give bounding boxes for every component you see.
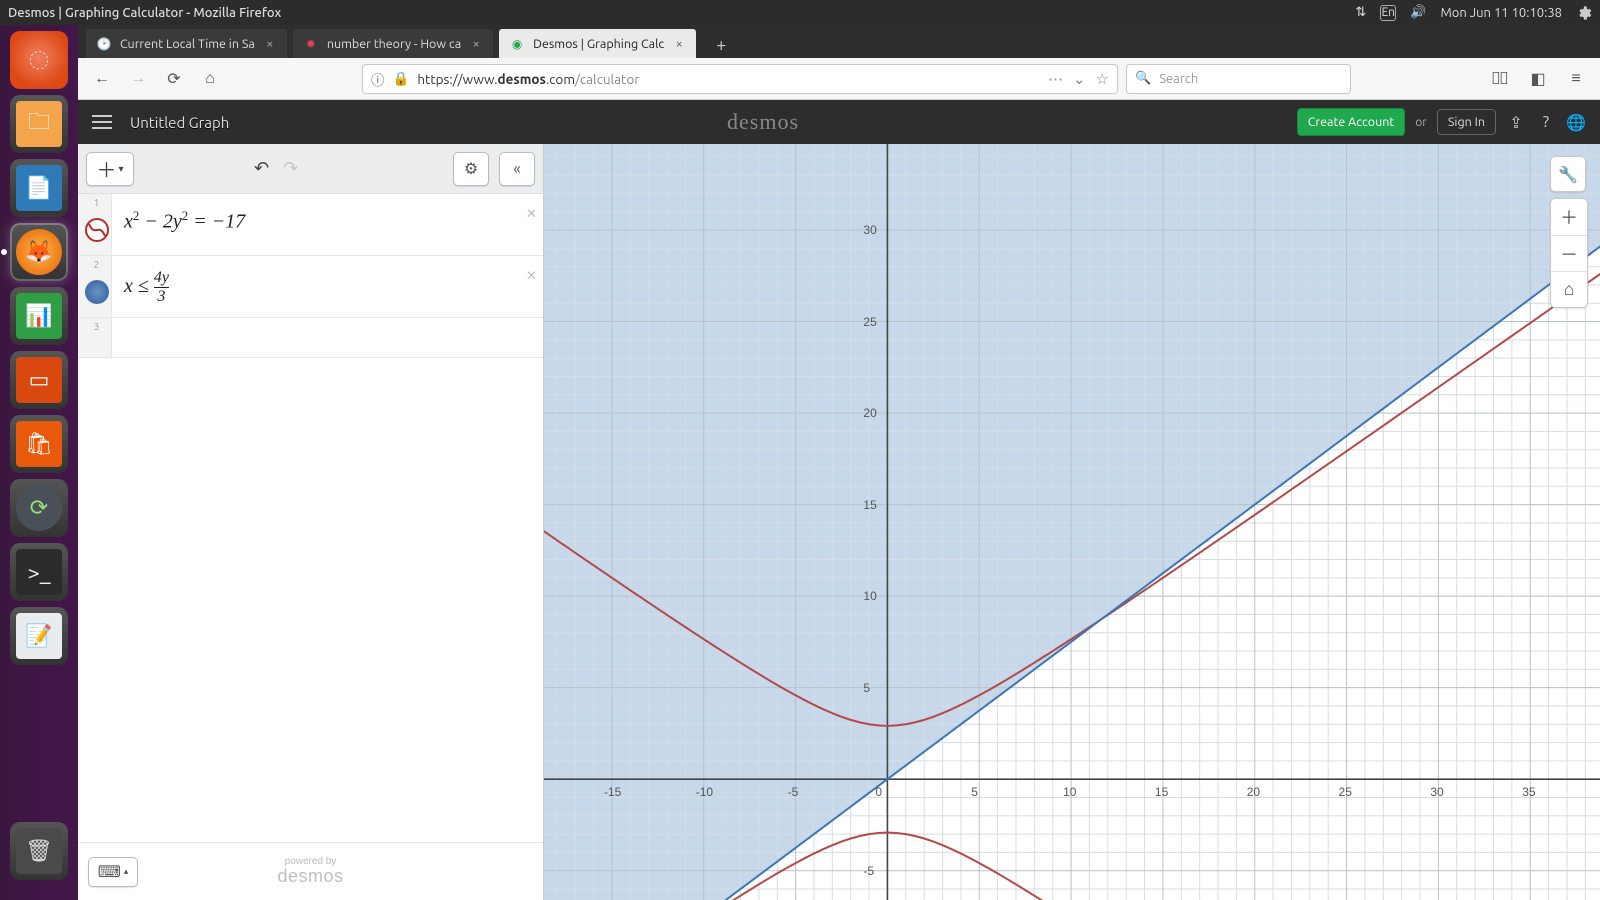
launcher-terminal[interactable]: >_ xyxy=(10,543,68,601)
os-top-panel: Desmos | Graphing Calculator - Mozilla F… xyxy=(0,0,1600,25)
settings-button[interactable]: ⚙ xyxy=(453,152,489,186)
tab-strip: 🕑 Current Local Time in Sa × ✸ number th… xyxy=(78,25,1600,58)
search-bar[interactable]: 🔍 Search xyxy=(1126,64,1351,94)
desmos-header: Untitled Graph desmos Create Account or … xyxy=(78,100,1600,144)
delete-expression-icon[interactable]: × xyxy=(526,262,537,285)
url-bar[interactable]: ⓘ 🔒 https://www.desmos.com/calculator ⋯ … xyxy=(362,64,1118,94)
expression-rows: 1 x2 − 2y2 = −17 × 2 x ≤ 4y3 × xyxy=(78,194,543,842)
tab-close-icon[interactable]: × xyxy=(672,37,686,51)
launcher-software[interactable]: 🛍 xyxy=(10,415,68,473)
help-icon[interactable]: ? xyxy=(1536,112,1556,132)
search-icon: 🔍 xyxy=(1135,71,1151,86)
window-title: Desmos | Graphing Calculator - Mozilla F… xyxy=(8,6,281,20)
menu-icon[interactable]: ≡ xyxy=(1562,65,1590,93)
launcher-dash[interactable]: ◌ xyxy=(10,31,68,89)
desmos-body: ＋▾ ↶ ↷ ⚙ « 1 x2 − 2y2 = −17 xyxy=(78,144,1600,900)
undo-button[interactable]: ↶ xyxy=(254,158,269,179)
zoom-group: ＋ － ⌂ xyxy=(1550,198,1588,308)
row-index: 1 xyxy=(94,197,100,208)
home-button[interactable]: ⌂ xyxy=(196,65,224,93)
launcher-firefox[interactable]: 🦊 xyxy=(10,223,68,281)
zoom-out-button[interactable]: － xyxy=(1551,235,1587,271)
launcher-impress[interactable]: ▭ xyxy=(10,351,68,409)
back-button[interactable]: ← xyxy=(88,65,116,93)
redo-button[interactable]: ↷ xyxy=(283,158,298,179)
url-text: https://www.desmos.com/calculator xyxy=(417,71,639,87)
tab-2[interactable]: ◉ Desmos | Graphing Calc × xyxy=(499,29,696,58)
favicon-icon: ◉ xyxy=(509,36,525,52)
site-info-icon[interactable]: ⓘ xyxy=(371,69,385,89)
search-placeholder: Search xyxy=(1159,72,1198,86)
reload-button[interactable]: ⟳ xyxy=(160,65,188,93)
launcher-writer[interactable]: 📄 xyxy=(10,159,68,217)
sound-icon[interactable]: 🔊 xyxy=(1410,5,1426,20)
expression-content[interactable]: x2 − 2y2 = −17 xyxy=(112,194,543,255)
create-account-button[interactable]: Create Account xyxy=(1297,108,1406,136)
expression-panel: ＋▾ ↶ ↷ ⚙ « 1 x2 − 2y2 = −17 xyxy=(78,144,544,900)
or-label: or xyxy=(1415,116,1427,129)
page-actions-icon[interactable]: ⋯ xyxy=(1048,70,1063,88)
keyboard-toggle-button[interactable]: ⌨▴ xyxy=(88,857,138,887)
zoom-home-button[interactable]: ⌂ xyxy=(1551,271,1587,307)
delete-expression-icon[interactable]: × xyxy=(526,200,537,223)
zoom-in-button[interactable]: ＋ xyxy=(1551,199,1587,235)
launcher-text-editor[interactable]: 📝 xyxy=(10,607,68,665)
expression-content[interactable] xyxy=(112,318,543,357)
brand-logo: desmos xyxy=(727,109,799,135)
expression-footer: ⌨▴ powered by desmos xyxy=(78,842,543,900)
tab-close-icon[interactable]: × xyxy=(469,37,483,51)
clock[interactable]: Mon Jun 11 10:10:38 xyxy=(1440,6,1562,20)
collapse-panel-button[interactable]: « xyxy=(499,152,535,186)
graph-canvas[interactable]: 🔧 ＋ － ⌂ -15-10-55101520253035-5510152025… xyxy=(544,144,1600,900)
unity-launcher: ◌ 🗀 📄 🦊 📊 ▭ 🛍 ⟳ >_ 📝 🗑 xyxy=(0,25,78,900)
add-expression-button[interactable]: ＋▾ xyxy=(86,152,134,186)
favicon-icon: 🕑 xyxy=(96,36,112,52)
lang-indicator[interactable]: En xyxy=(1380,5,1396,21)
expression-row[interactable]: 1 x2 − 2y2 = −17 × xyxy=(78,194,543,256)
network-icon[interactable]: ⇅ xyxy=(1355,5,1366,20)
language-icon[interactable]: 🌐 xyxy=(1566,112,1586,132)
expression-row[interactable]: 3 xyxy=(78,318,543,358)
powered-by: powered by desmos xyxy=(277,856,343,887)
system-indicators: ⇅ En 🔊 Mon Jun 11 10:10:38 xyxy=(1355,5,1592,21)
system-gear-icon[interactable] xyxy=(1576,5,1592,21)
forward-button[interactable]: → xyxy=(124,65,152,93)
curve-icon[interactable] xyxy=(85,218,109,242)
expression-content[interactable]: x ≤ 4y3 xyxy=(112,256,543,317)
pocket-icon[interactable]: ⌄ xyxy=(1073,70,1086,88)
tab-label: number theory - How ca xyxy=(327,37,461,51)
nav-toolbar: ← → ⟳ ⌂ ⓘ 🔒 https://www.desmos.com/calcu… xyxy=(78,58,1600,100)
menu-button[interactable] xyxy=(92,115,112,129)
sign-in-button[interactable]: Sign In xyxy=(1437,109,1496,135)
tab-label: Desmos | Graphing Calc xyxy=(533,37,664,51)
launcher-files[interactable]: 🗀 xyxy=(10,95,68,153)
row-index: 2 xyxy=(94,259,100,270)
graph-settings-button[interactable]: 🔧 xyxy=(1550,156,1586,192)
tab-1[interactable]: ✸ number theory - How ca × xyxy=(293,29,493,58)
sidebar-icon[interactable]: ◧ xyxy=(1524,65,1552,93)
bookmark-star-icon[interactable]: ☆ xyxy=(1096,70,1109,88)
graph-title[interactable]: Untitled Graph xyxy=(130,114,229,131)
tab-label: Current Local Time in Sa xyxy=(120,37,255,51)
region-icon[interactable] xyxy=(85,280,109,304)
expression-row[interactable]: 2 x ≤ 4y3 × xyxy=(78,256,543,318)
row-index: 3 xyxy=(94,321,100,332)
lock-icon[interactable]: 🔒 xyxy=(393,70,410,87)
launcher-calc[interactable]: 📊 xyxy=(10,287,68,345)
library-icon[interactable]: ☰⃓ xyxy=(1486,65,1514,93)
launcher-updater[interactable]: ⟳ xyxy=(10,479,68,537)
favicon-icon: ✸ xyxy=(303,36,319,52)
expression-toolbar: ＋▾ ↶ ↷ ⚙ « xyxy=(78,144,543,194)
tab-close-icon[interactable]: × xyxy=(263,37,277,51)
tab-0[interactable]: 🕑 Current Local Time in Sa × xyxy=(86,29,287,58)
new-tab-button[interactable]: + xyxy=(708,32,734,58)
share-icon[interactable]: ⇪ xyxy=(1506,112,1526,132)
launcher-trash[interactable]: 🗑 xyxy=(10,822,68,880)
firefox-window: 🕑 Current Local Time in Sa × ✸ number th… xyxy=(78,25,1600,900)
